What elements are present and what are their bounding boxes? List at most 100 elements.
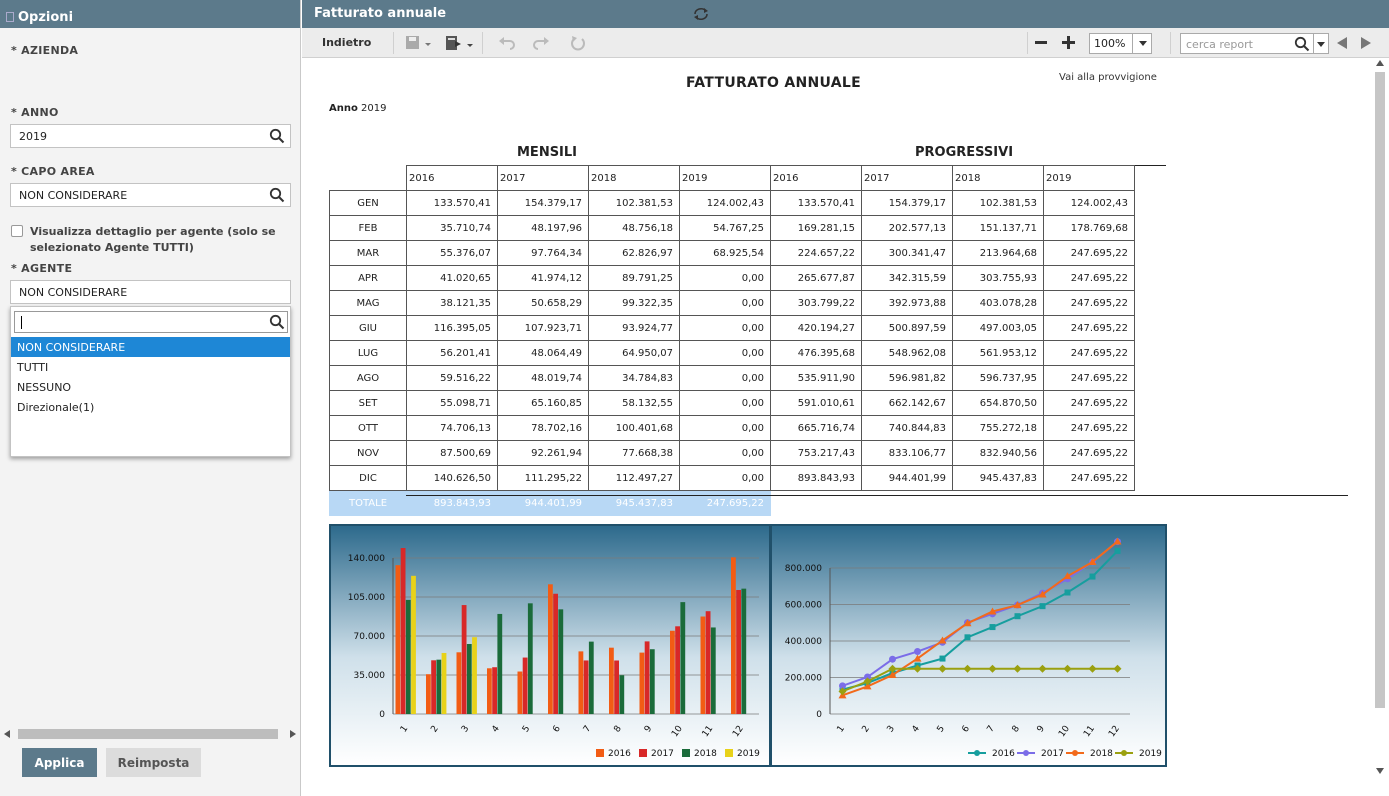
year-header-row: 2016 2017 2018 2019 2016 2017 2018 2019 xyxy=(330,165,1135,191)
month-cell: SET xyxy=(329,390,407,416)
bar xyxy=(644,641,650,714)
collapse-icon[interactable] xyxy=(6,12,14,22)
export-icon[interactable] xyxy=(445,35,475,51)
point xyxy=(1114,547,1121,554)
legend-label: 2019 xyxy=(1139,749,1162,759)
progressive-cell: 945.437,83 xyxy=(952,465,1044,491)
monthly-cell: 48.019,74 xyxy=(497,365,589,391)
scroll-up-icon[interactable] xyxy=(1376,60,1384,66)
sync-icon[interactable] xyxy=(692,7,710,21)
monthly-cell: 0,00 xyxy=(679,440,771,466)
table-row: MAR 55.376,07 97.764,34 62.826,97 68.925,54 2… xyxy=(329,240,1135,266)
scrollbar-thumb[interactable] xyxy=(18,729,278,739)
anno-line: Anno 2019 xyxy=(329,103,387,114)
monthly-cell: 0,00 xyxy=(679,290,771,316)
bar xyxy=(405,599,411,714)
scroll-right-icon[interactable] xyxy=(290,730,296,738)
legend-swatch xyxy=(596,749,604,757)
capo-area-input[interactable]: NON CONSIDERARE xyxy=(10,183,291,207)
year-header: 2019 xyxy=(1043,165,1135,191)
dropdown-search-input[interactable] xyxy=(14,311,288,333)
bar xyxy=(670,630,675,714)
progressive-cell: 833.106,77 xyxy=(861,440,953,466)
bar xyxy=(614,660,619,714)
month-cell: FEB xyxy=(329,215,407,241)
zoom-out-icon[interactable] xyxy=(1035,41,1047,45)
dropdown-option[interactable]: NON CONSIDERARE xyxy=(11,337,290,357)
legend-swatch xyxy=(639,749,647,757)
bar xyxy=(497,613,503,714)
bar xyxy=(710,627,716,714)
search-icon[interactable] xyxy=(269,187,285,203)
progressive-cell: 247.695,22 xyxy=(1043,390,1135,416)
monthly-cell: 41.020,65 xyxy=(406,265,498,291)
vertical-scrollbar[interactable] xyxy=(1373,60,1387,780)
month-cell: MAG xyxy=(329,290,407,316)
zoom-in-icon[interactable] xyxy=(1062,36,1075,49)
monthly-cell: 48.197,96 xyxy=(497,215,589,241)
reset-button[interactable]: Reimposta xyxy=(106,748,201,777)
legend-label: 2017 xyxy=(1041,749,1064,759)
bar xyxy=(395,565,401,714)
year-header: 2019 xyxy=(679,165,771,191)
progressive-cell: 596.737,95 xyxy=(952,365,1044,391)
bar xyxy=(548,584,553,714)
legend-swatch xyxy=(682,749,690,757)
legend-label: 2018 xyxy=(694,749,717,759)
point xyxy=(1039,603,1046,610)
agente-dropdown: NON CONSIDERARE TUTTI NESSUNO Direzional… xyxy=(10,306,291,457)
month-cell: NOV xyxy=(329,440,407,466)
search-icon[interactable] xyxy=(1294,36,1310,52)
point xyxy=(1064,589,1071,596)
year-header: 2017 xyxy=(861,165,953,191)
monthly-cell: 99.322,35 xyxy=(588,290,680,316)
dropdown-option[interactable]: Direzionale(1) xyxy=(11,397,290,417)
horizontal-scrollbar[interactable] xyxy=(4,727,296,741)
dropdown-option[interactable]: TUTTI xyxy=(11,357,290,377)
detail-checkbox[interactable] xyxy=(11,225,23,237)
undo-icon[interactable] xyxy=(498,35,516,51)
bar xyxy=(492,667,497,714)
progressive-cell: 303.755,93 xyxy=(952,265,1044,291)
table-row: NOV 87.500,69 92.261,94 77.668,38 0,00 753.21… xyxy=(329,440,1135,466)
year-header: 2016 xyxy=(406,165,498,191)
search-icon[interactable] xyxy=(269,314,285,330)
back-button[interactable]: Indietro xyxy=(322,36,371,49)
redo-icon[interactable] xyxy=(532,35,550,51)
bar xyxy=(675,626,680,714)
dropdown-option[interactable]: NESSUNO xyxy=(11,377,290,397)
anno-input[interactable]: 2019 xyxy=(10,124,291,148)
progressive-cell: 500.897,59 xyxy=(861,315,953,341)
monthly-cell: 50.658,29 xyxy=(497,290,589,316)
agente-select[interactable]: NON CONSIDERARE xyxy=(10,280,291,304)
next-page-icon[interactable] xyxy=(1361,37,1371,49)
progressive-cell: 102.381,53 xyxy=(952,190,1044,216)
table-row: SET 55.098,71 65.160,85 58.132,55 0,00 591.01… xyxy=(329,390,1135,416)
scroll-left-icon[interactable] xyxy=(4,730,10,738)
zoom-dropdown[interactable] xyxy=(1132,33,1152,54)
search-icon[interactable] xyxy=(269,128,285,144)
year-header: 2017 xyxy=(497,165,589,191)
bar xyxy=(700,616,706,714)
bar xyxy=(583,660,589,714)
bar xyxy=(558,609,564,714)
report-search-input[interactable]: cerca report xyxy=(1180,33,1314,54)
progressive-cell: 247.695,22 xyxy=(1043,465,1135,491)
scroll-down-icon[interactable] xyxy=(1376,768,1384,774)
fatturato-table: 2016 2017 2018 2019 2016 2017 2018 2019 GEN 133.5… xyxy=(329,165,1135,516)
month-cell: GIU xyxy=(329,315,407,341)
apply-button[interactable]: Applica xyxy=(22,748,97,777)
progressive-cell: 303.799,22 xyxy=(770,290,862,316)
refresh-icon[interactable] xyxy=(570,35,586,51)
bar xyxy=(436,659,442,714)
search-dropdown[interactable] xyxy=(1314,33,1329,54)
monthly-cell: 35.710,74 xyxy=(406,215,498,241)
scrollbar-thumb[interactable] xyxy=(1375,72,1385,708)
prev-page-icon[interactable] xyxy=(1337,37,1347,49)
monthly-cell: 154.379,17 xyxy=(497,190,589,216)
save-icon[interactable] xyxy=(405,35,433,51)
progressive-line-chart: 0200.000400.000600.000800.0001 2 3 4 5 6 7 8 9 10… xyxy=(770,524,1167,767)
monthly-cell: 0,00 xyxy=(679,465,771,491)
progressive-cell: 247.695,22 xyxy=(1043,265,1135,291)
provvigione-link[interactable]: Vai alla provvigione xyxy=(1059,72,1157,83)
